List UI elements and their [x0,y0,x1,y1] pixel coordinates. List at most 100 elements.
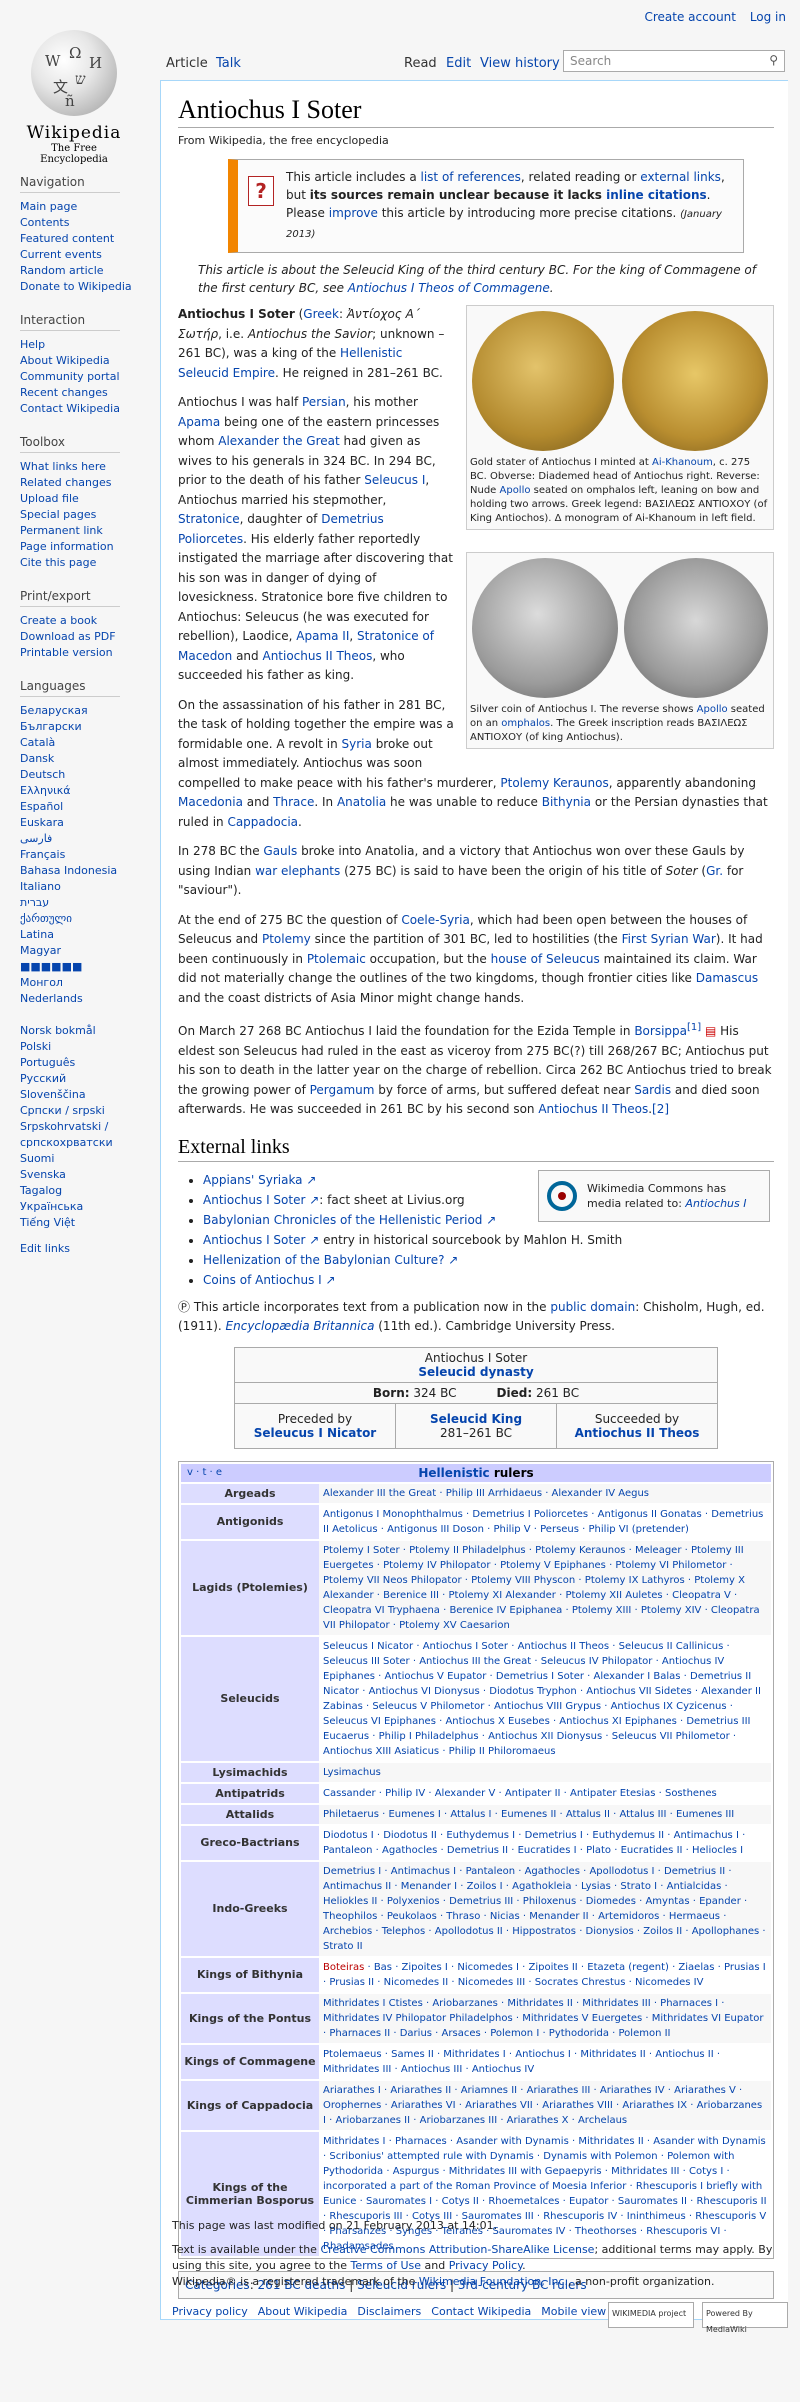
wikimedia-badge[interactable]: WIKIMEDIA project [608,2302,694,2328]
sidebar-language-item[interactable]: Magyar [20,943,160,959]
sidebar-toolbox-item[interactable]: Cite this page [20,555,160,571]
sidebar-language-item[interactable]: Français [20,847,160,863]
sidebar-language-item[interactable]: Монгол [20,975,160,991]
sidebar-toolbox-item[interactable]: Related changes [20,475,160,491]
sidebar-print-item[interactable]: Download as PDF [20,629,160,645]
navbox-list-text[interactable]: Demetrius I · Antimachus I · Pantaleon ·… [323,1866,766,1952]
sidebar-nav-item[interactable]: Current events [20,247,160,263]
sidebar-language-item[interactable]: Български [20,719,160,735]
sidebar-language-item[interactable]: Српски / srpski [20,1103,160,1119]
sidebar-language-item[interactable]: Українська [20,1199,160,1215]
sidebar-nav-item[interactable]: Random article [20,263,160,279]
sidebar-interaction-item[interactable]: About Wikipedia [20,353,160,369]
navbox-list-text[interactable]: · Bas · Zipoites I · Nicomedes I · Zipoi… [323,1962,766,1988]
sidebar-language-item[interactable]: Dansk [20,751,160,767]
sidebar-language-item[interactable]: Norsk bokmål [20,1023,160,1039]
edit-links[interactable]: Edit links [20,1241,160,1257]
navbox-list-text[interactable]: Antigonus I Monophthalmus · Demetrius I … [323,1509,763,1535]
tab-edit[interactable]: Edit [446,56,471,71]
navbox-list-text[interactable]: Ariarathes I · Ariarathes II · Ariamnes … [323,2085,762,2126]
sidebar-language-item[interactable]: עברית [20,895,160,911]
wikipedia-logo[interactable]: WΩИ文שñ Wikipedia The Free Encyclopedia [20,30,128,165]
navbox-list-text[interactable]: Cassander · Philip IV · Alexander V · An… [323,1788,717,1799]
commons-link[interactable]: Antiochus I [685,1197,746,1210]
sidebar-language-item[interactable]: Italiano [20,879,160,895]
sidebar-interaction-item[interactable]: Community portal [20,369,160,385]
sidebar-toolbox-item[interactable]: Special pages [20,507,160,523]
sidebar-language-item[interactable]: Português [20,1055,160,1071]
sidebar-interaction-item[interactable]: Help [20,337,160,353]
office-link[interactable]: Seleucid King [430,1412,522,1426]
sidebar-language-item[interactable]: Deutsch [20,767,160,783]
search-icon[interactable]: ⚲ [769,53,778,67]
external-link[interactable]: Antiochus I Soter [203,1193,305,1207]
navbox-list-text[interactable]: Mithridates I Ctistes · Ariobarzanes · M… [323,1998,764,2039]
navbox-group[interactable]: Antipatrids [181,1783,319,1803]
sidebar-print-item[interactable]: Create a book [20,613,160,629]
create-account-link[interactable]: Create account [644,10,736,24]
external-links-link[interactable]: external links [640,170,721,184]
gold-coin-image[interactable] [470,309,770,453]
sidebar-language-item[interactable]: ■■■■■■ [20,959,160,975]
external-link[interactable]: Coins of Antiochus I [203,1273,322,1287]
navbox-group[interactable]: Kings of Commagene [181,2044,319,2079]
navbox-group[interactable]: Seleucids [181,1636,319,1761]
sidebar-language-item[interactable]: Беларуская [20,703,160,719]
sidebar-language-item[interactable]: Ελληνικά [20,783,160,799]
navbox-group[interactable]: Argeads [181,1483,319,1503]
footer-link[interactable]: Privacy policy [172,2305,248,2318]
sidebar-language-item[interactable]: Русский [20,1071,160,1087]
preceded-by-link[interactable]: Seleucus I Nicator [254,1426,376,1440]
sidebar-language-item[interactable]: Srpskohrvatski / српскохрватски [20,1119,160,1151]
navbox-group[interactable]: Lysimachids [181,1762,319,1782]
sidebar-language-item[interactable]: Tiếng Việt [20,1215,160,1231]
navbox-redlink[interactable]: Boteiras [323,1962,364,1973]
navbox-list-text[interactable]: Diodotus I · Diodotus II · Euthydemus I … [323,1830,745,1856]
navbox-list-text[interactable]: Ptolemy I Soter · Ptolemy II Philadelphu… [323,1545,760,1631]
sidebar-language-item[interactable]: ქართული [20,911,160,927]
sidebar-language-item[interactable]: Euskara [20,815,160,831]
improve-link[interactable]: improve [329,206,378,220]
sidebar-nav-item[interactable]: Main page [20,199,160,215]
sidebar-interaction-item[interactable]: Recent changes [20,385,160,401]
navbox-list-text[interactable]: Alexander III the Great · Philip III Arr… [323,1488,649,1499]
navbox-group[interactable]: Indo-Greeks [181,1861,319,1956]
sidebar-toolbox-item[interactable]: Page information [20,539,160,555]
sidebar-nav-item[interactable]: Featured content [20,231,160,247]
tab-read[interactable]: Read [404,56,437,71]
hatnote-link[interactable]: Antiochus I Theos of Commagene [348,281,550,295]
sidebar-toolbox-item[interactable]: What links here [20,459,160,475]
sidebar-print-item[interactable]: Printable version [20,645,160,661]
navbox-group[interactable]: Attalids [181,1804,319,1824]
sidebar-language-item[interactable]: Español [20,799,160,815]
navbox-group[interactable]: Kings of Bithynia [181,1957,319,1992]
footer-link[interactable]: About Wikipedia [258,2305,348,2318]
navbox-list-text[interactable]: Seleucus I Nicator · Antiochus I Soter ·… [323,1641,761,1757]
sidebar-language-item[interactable]: Bahasa Indonesia [20,863,160,879]
inline-citations-link[interactable]: inline citations [606,188,707,202]
external-link[interactable]: Appians' Syriaka [203,1173,303,1187]
navbox-group[interactable]: Lagids (Ptolemies) [181,1540,319,1635]
sidebar-language-item[interactable]: Latina [20,927,160,943]
external-link[interactable]: Babylonian Chronicles of the Hellenistic… [203,1213,482,1227]
external-link[interactable]: Antiochus I Soter [203,1233,305,1247]
navbox-group[interactable]: Antigonids [181,1504,319,1539]
sidebar-language-item[interactable]: Català [20,735,160,751]
sidebar-language-item[interactable]: Svenska [20,1167,160,1183]
sidebar-language-item[interactable]: Suomi [20,1151,160,1167]
sidebar-toolbox-item[interactable]: Permanent link [20,523,160,539]
sidebar-language-item[interactable]: Polski [20,1039,160,1055]
sidebar-language-item[interactable]: Nederlands [20,991,160,1007]
sidebar-toolbox-item[interactable]: Upload file [20,491,160,507]
sidebar-language-item[interactable]: Slovenščina [20,1087,160,1103]
tab-talk[interactable]: Talk [216,56,241,71]
navbox-list-text[interactable]: Philetaerus · Eumenes I · Attalus I · Eu… [323,1809,734,1820]
tab-view-history[interactable]: View history [480,56,560,71]
navbox-group[interactable]: Kings of Cappadocia [181,2080,319,2130]
sidebar-nav-item[interactable]: Contents [20,215,160,231]
tab-article[interactable]: Article [166,56,208,71]
sidebar-language-item[interactable]: Tagalog [20,1183,160,1199]
navbox-group[interactable]: Greco-Bactrians [181,1825,319,1860]
navbox-group[interactable]: Kings of the Pontus [181,1993,319,2043]
sidebar-nav-item[interactable]: Donate to Wikipedia [20,279,160,295]
